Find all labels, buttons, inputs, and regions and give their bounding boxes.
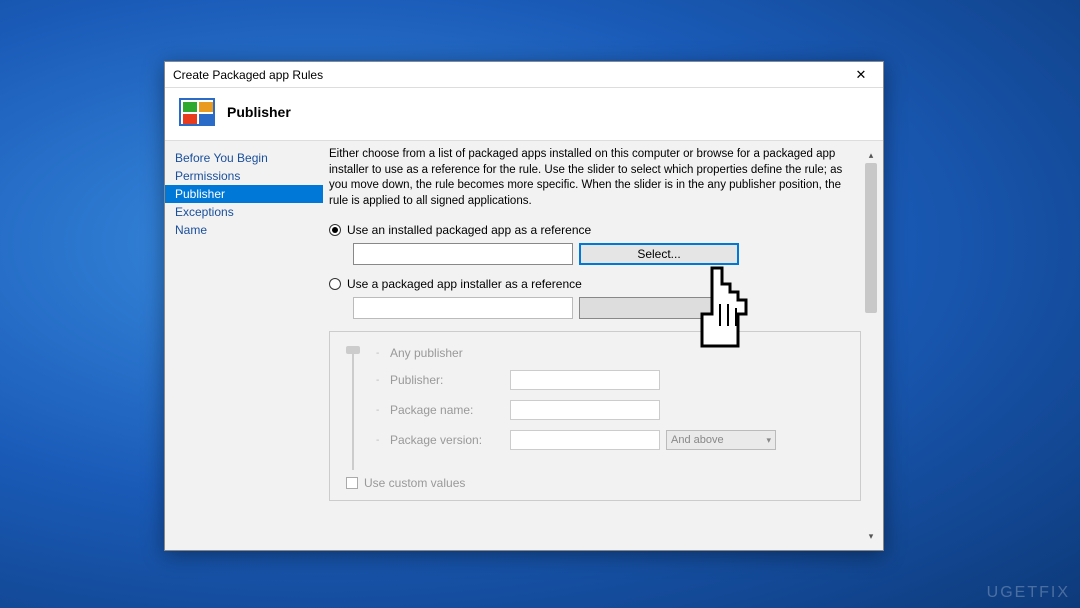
titlebar: Create Packaged app Rules ✕ <box>165 62 883 88</box>
tick-icon: - <box>376 405 390 416</box>
field-label: Publisher: <box>390 373 510 387</box>
scroll-up-arrow-icon[interactable]: ▴ <box>863 147 879 163</box>
checkbox-label: Use custom values <box>364 476 465 490</box>
main-panel: Either choose from a list of packaged ap… <box>323 141 883 550</box>
field-label: Any publisher <box>390 346 510 360</box>
slider-thumb[interactable] <box>346 346 360 354</box>
radio-label: Use a packaged app installer as a refere… <box>347 277 582 291</box>
dialog-body: Before You Begin Permissions Publisher E… <box>165 140 883 550</box>
package-name-input <box>510 400 660 420</box>
package-version-input <box>510 430 660 450</box>
select-button-label: Select... <box>637 247 680 261</box>
tick-icon: - <box>376 375 390 386</box>
installed-app-input[interactable] <box>353 243 573 265</box>
use-custom-values-checkbox[interactable]: Use custom values <box>346 476 848 490</box>
field-any-publisher: - Any publisher <box>376 346 848 360</box>
close-button[interactable]: ✕ <box>843 64 879 86</box>
select-button[interactable]: Select... <box>579 243 739 265</box>
radio-installed-app[interactable]: Use an installed packaged app as a refer… <box>329 223 861 237</box>
radio-installer[interactable]: Use a packaged app installer as a refere… <box>329 277 861 291</box>
field-publisher: - Publisher: <box>376 370 848 390</box>
browse-button-disabled <box>579 297 739 319</box>
close-icon: ✕ <box>856 67 867 83</box>
tick-icon: - <box>376 348 390 359</box>
radio-icon <box>329 278 341 290</box>
installer-row <box>353 297 861 319</box>
sidebar-item-label: Exceptions <box>175 205 234 219</box>
tick-icon: - <box>376 435 390 446</box>
field-label: Package name: <box>390 403 510 417</box>
dialog-window: Create Packaged app Rules ✕ Publisher Be… <box>164 61 884 551</box>
page-title: Publisher <box>227 104 291 120</box>
dialog-header: Publisher <box>165 88 883 140</box>
sidebar-item-label: Publisher <box>175 187 225 201</box>
radio-label: Use an installed packaged app as a refer… <box>347 223 591 237</box>
publisher-input <box>510 370 660 390</box>
header-icon <box>179 98 215 126</box>
sidebar-item-publisher[interactable]: Publisher <box>165 185 323 203</box>
dialog-title: Create Packaged app Rules <box>173 68 323 82</box>
properties-fieldset: - Any publisher - Publisher: - Package n… <box>329 331 861 501</box>
installed-app-row: Select... <box>353 243 861 265</box>
sidebar-item-before-you-begin[interactable]: Before You Begin <box>165 149 323 167</box>
version-comparison-dropdown: And above ▾ <box>666 430 776 450</box>
sidebar-item-label: Name <box>175 223 207 237</box>
description-text: Either choose from a list of packaged ap… <box>329 147 861 209</box>
field-label: Package version: <box>390 433 510 447</box>
field-package-version: - Package version: And above ▾ <box>376 430 848 450</box>
sidebar-item-label: Permissions <box>175 169 240 183</box>
dropdown-value: And above <box>671 434 724 446</box>
vertical-scrollbar[interactable]: ▴ ▾ <box>863 147 879 544</box>
sidebar-item-name[interactable]: Name <box>165 221 323 239</box>
watermark: UGETFIX <box>987 584 1070 602</box>
sidebar-item-label: Before You Begin <box>175 151 268 165</box>
scrollbar-thumb[interactable] <box>865 163 877 313</box>
slider-track <box>352 350 354 470</box>
scroll-down-arrow-icon[interactable]: ▾ <box>863 528 879 544</box>
field-package-name: - Package name: <box>376 400 848 420</box>
sidebar: Before You Begin Permissions Publisher E… <box>165 141 323 550</box>
checkbox-icon <box>346 477 358 489</box>
sidebar-item-exceptions[interactable]: Exceptions <box>165 203 323 221</box>
chevron-down-icon: ▾ <box>766 435 771 446</box>
sidebar-item-permissions[interactable]: Permissions <box>165 167 323 185</box>
property-slider[interactable] <box>342 346 372 476</box>
installer-input <box>353 297 573 319</box>
radio-icon <box>329 224 341 236</box>
scrollbar-track[interactable] <box>863 163 879 528</box>
